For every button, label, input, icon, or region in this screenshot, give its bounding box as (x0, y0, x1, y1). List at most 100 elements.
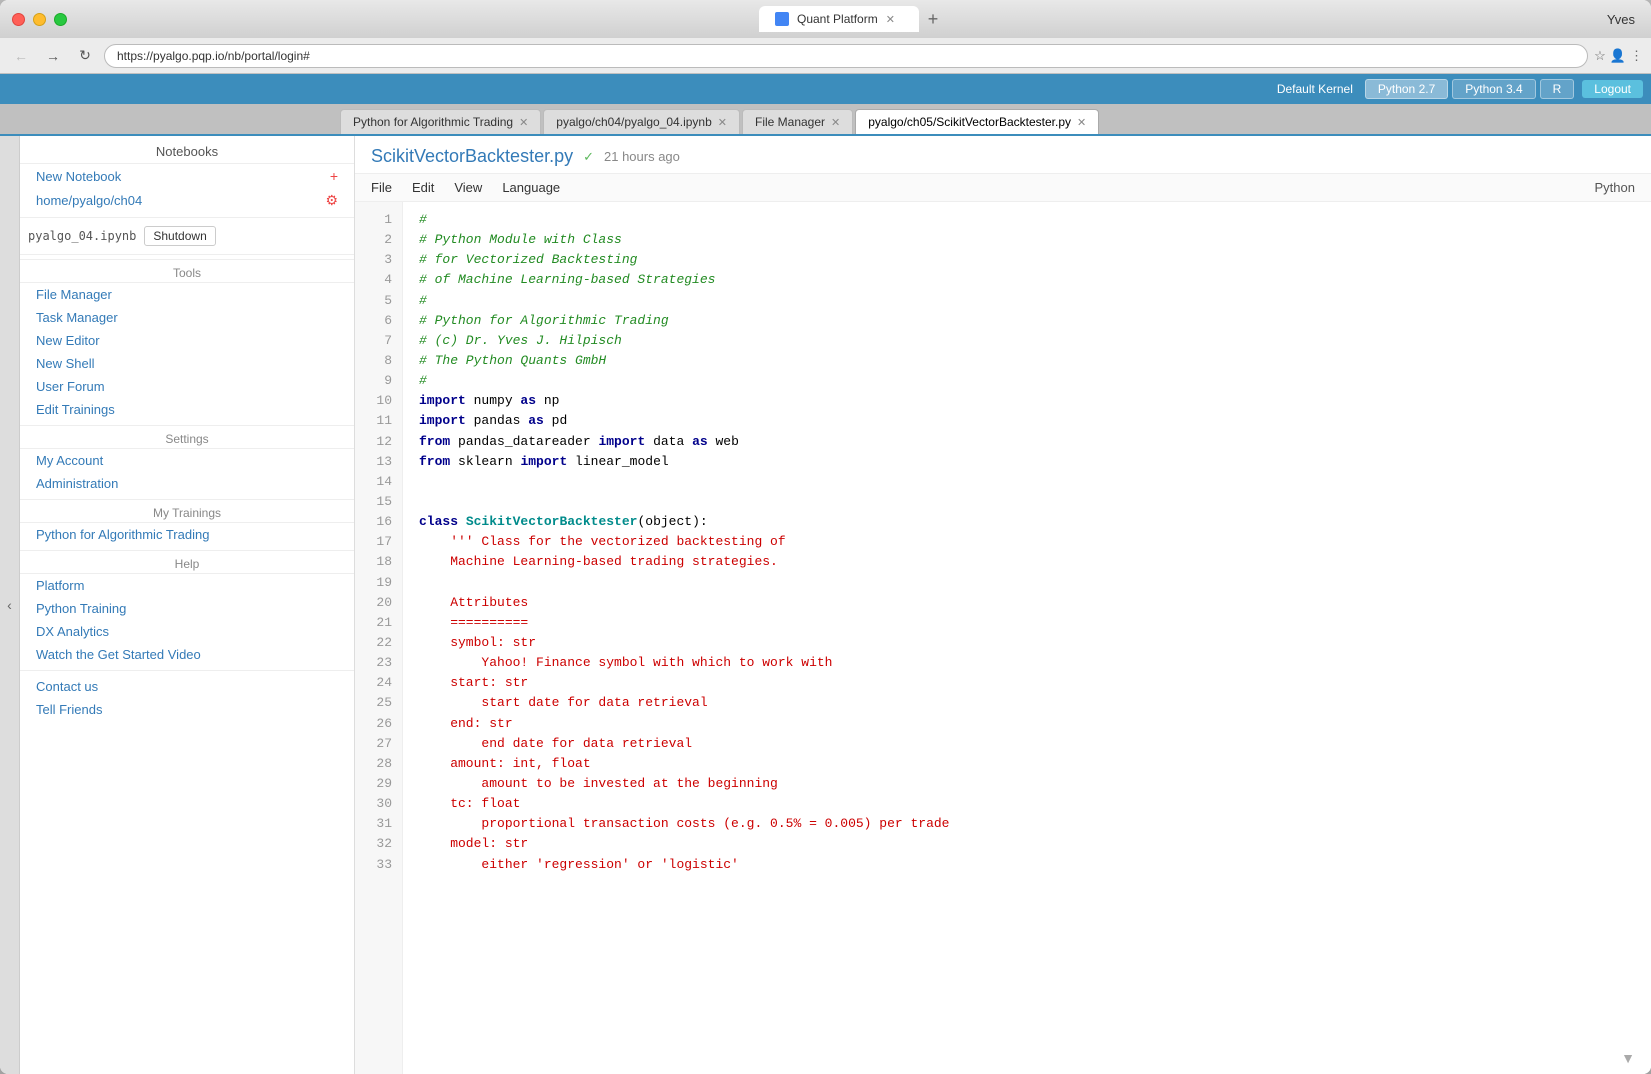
sidebar-item-contact[interactable]: Contact us (20, 675, 354, 698)
editor-menubar: File Edit View Language Python (355, 174, 1651, 202)
sidebar-item-user-forum[interactable]: User Forum (20, 375, 354, 398)
code-line: # (419, 291, 1635, 311)
sidebar-item-file-manager[interactable]: File Manager (20, 283, 354, 306)
minimize-button[interactable] (33, 13, 46, 26)
tab-pyalgo04[interactable]: pyalgo/ch04/pyalgo_04.ipynb ✕ (543, 109, 740, 134)
browser-tab-close[interactable]: ✕ (886, 13, 895, 26)
sidebar-item-watch-video[interactable]: Watch the Get Started Video (20, 643, 354, 666)
tab-file-manager[interactable]: File Manager ✕ (742, 109, 853, 134)
forward-button[interactable]: → (40, 43, 66, 69)
line-number: 9 (355, 371, 402, 391)
sidebar-item-new-notebook[interactable]: New Notebook + (20, 164, 354, 188)
menu-file[interactable]: File (371, 180, 392, 195)
code-line: tc: float (419, 794, 1635, 814)
tab-scikit-backtester[interactable]: pyalgo/ch05/ScikitVectorBacktester.py ✕ (855, 109, 1099, 134)
sidebar-item-new-shell[interactable]: New Shell (20, 352, 354, 375)
sidebar-divider-2 (20, 254, 354, 255)
line-number: 32 (355, 834, 402, 854)
code-line: proportional transaction costs (e.g. 0.5… (419, 814, 1635, 834)
line-number: 26 (355, 714, 402, 734)
python27-button[interactable]: Python 2.7 (1365, 79, 1448, 99)
tab-python-trading[interactable]: Python for Algorithmic Trading ✕ (340, 109, 541, 134)
sidebar-item-tell-friends[interactable]: Tell Friends (20, 698, 354, 721)
tab-close-0[interactable]: ✕ (519, 116, 528, 129)
new-notebook-label: New Notebook (36, 169, 121, 184)
sidebar-item-new-editor[interactable]: New Editor (20, 329, 354, 352)
line-number: 21 (355, 613, 402, 633)
browser-tab-bar: Quant Platform ✕ + (147, 5, 1559, 33)
code-line: either 'regression' or 'logistic' (419, 855, 1635, 875)
tab-label: File Manager (755, 115, 825, 129)
line-number: 15 (355, 492, 402, 512)
r-button[interactable]: R (1540, 79, 1575, 99)
code-line: end: str (419, 714, 1635, 734)
tab-close-2[interactable]: ✕ (831, 116, 840, 129)
code-line: # (419, 371, 1635, 391)
addressbar: ← → ↻ ☆ 👤 ⋮ (0, 38, 1651, 74)
sidebar-item-python-training[interactable]: Python Training (20, 597, 354, 620)
line-number: 27 (355, 734, 402, 754)
code-line: ''' Class for the vectorized backtesting… (419, 532, 1635, 552)
sidebar-item-my-account[interactable]: My Account (20, 449, 354, 472)
editor-language: Python (1595, 180, 1635, 195)
scroll-down-icon[interactable]: ▼ (1621, 1050, 1635, 1066)
code-line: # Python Module with Class (419, 230, 1635, 250)
sidebar-item-task-manager[interactable]: Task Manager (20, 306, 354, 329)
back-button[interactable]: ← (8, 43, 34, 69)
code-line: ========== (419, 613, 1635, 633)
code-line: start: str (419, 673, 1635, 693)
line-number: 8 (355, 351, 402, 371)
line-number: 1 (355, 210, 402, 230)
editor-header: ScikitVectorBacktester.py ✓ 21 hours ago (355, 136, 1651, 174)
code-line: import numpy as np (419, 391, 1635, 411)
kernel-label: Default Kernel (1277, 82, 1353, 96)
sidebar-divider-1 (20, 217, 354, 218)
tab-close-3[interactable]: ✕ (1077, 116, 1086, 129)
sidebar-item-dx-analytics[interactable]: DX Analytics (20, 620, 354, 643)
logout-button[interactable]: Logout (1582, 80, 1643, 98)
url-input[interactable] (104, 44, 1588, 68)
code-line: model: str (419, 834, 1635, 854)
menu-edit[interactable]: Edit (412, 180, 434, 195)
line-number: 13 (355, 452, 402, 472)
sidebar-item-administration[interactable]: Administration (20, 472, 354, 495)
line-number: 30 (355, 794, 402, 814)
browser-tab[interactable]: Quant Platform ✕ (759, 6, 919, 32)
sidebar-item-platform[interactable]: Platform (20, 574, 354, 597)
code-content[interactable]: ## Python Module with Class# for Vectori… (403, 202, 1651, 1074)
sidebar-item-home-path[interactable]: home/pyalgo/ch04 ⚙ (20, 188, 354, 213)
shutdown-button[interactable]: Shutdown (144, 226, 215, 246)
line-number: 10 (355, 391, 402, 411)
maximize-button[interactable] (54, 13, 67, 26)
tab-label: pyalgo/ch04/pyalgo_04.ipynb (556, 115, 711, 129)
tab-close-1[interactable]: ✕ (718, 116, 727, 129)
code-line: end date for data retrieval (419, 734, 1635, 754)
bookmark-icon[interactable]: ☆ (1594, 48, 1606, 64)
close-button[interactable] (12, 13, 25, 26)
code-line (419, 573, 1635, 593)
code-line: # (419, 210, 1635, 230)
code-line: import pandas as pd (419, 411, 1635, 431)
menu-view[interactable]: View (454, 180, 482, 195)
titlebar: Quant Platform ✕ + Yves (0, 0, 1651, 38)
profile-icon[interactable]: 👤 (1610, 48, 1626, 64)
code-line: from pandas_datareader import data as we… (419, 432, 1635, 452)
user-name: Yves (1607, 12, 1635, 27)
sidebar-collapse-button[interactable]: ‹ (0, 136, 20, 1074)
refresh-button[interactable]: ↻ (72, 43, 98, 69)
menu-icon[interactable]: ⋮ (1630, 48, 1643, 64)
sidebar-item-edit-trainings[interactable]: Edit Trainings (20, 398, 354, 421)
tools-title: Tools (20, 259, 354, 283)
sidebar-item-python-trading[interactable]: Python for Algorithmic Trading (20, 523, 354, 546)
menu-language[interactable]: Language (502, 180, 560, 195)
line-number: 16 (355, 512, 402, 532)
kernel-file-label: pyalgo_04.ipynb (28, 229, 136, 243)
python34-button[interactable]: Python 3.4 (1452, 79, 1535, 99)
new-tab-button[interactable]: + (919, 5, 947, 33)
new-notebook-icon: + (330, 168, 338, 184)
code-line: # for Vectorized Backtesting (419, 250, 1635, 270)
code-line: class ScikitVectorBacktester(object): (419, 512, 1635, 532)
line-number: 17 (355, 532, 402, 552)
tab-label: pyalgo/ch05/ScikitVectorBacktester.py (868, 115, 1071, 129)
line-number: 6 (355, 311, 402, 331)
